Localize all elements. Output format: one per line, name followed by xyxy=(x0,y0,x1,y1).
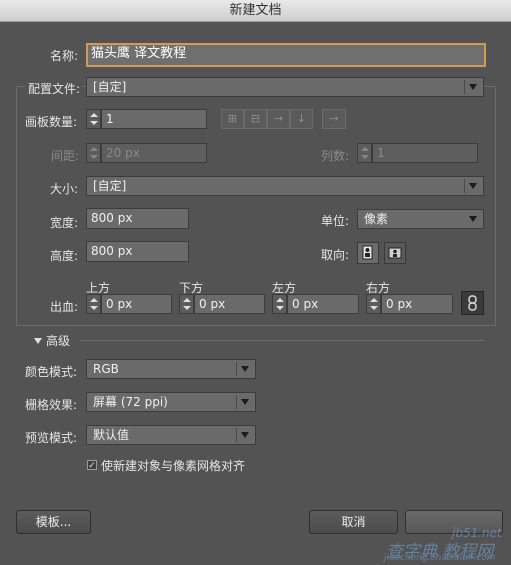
bleed-right-stepper[interactable] xyxy=(366,294,381,314)
profile-select[interactable]: [自定] xyxy=(86,77,484,97)
raster-effects-label: 栅格效果: xyxy=(25,398,78,412)
columns-label: 列数: xyxy=(321,149,350,163)
landscape-icon[interactable] xyxy=(384,242,406,264)
arrange-by-row-icon[interactable]: → xyxy=(267,109,290,129)
columns-input: 1 xyxy=(372,143,478,163)
watermark-url: jiaocheng.chazidian.com xyxy=(384,553,496,563)
bleed-bottom-stepper[interactable] xyxy=(179,294,194,314)
chevron-down-icon xyxy=(241,366,249,372)
width-label: 宽度: xyxy=(50,216,79,230)
height-label: 高度: xyxy=(50,249,79,263)
stepper-up-icon xyxy=(361,147,369,151)
columns-stepper xyxy=(357,143,372,163)
artboards-input[interactable]: 1 xyxy=(101,109,207,129)
stepper-down-icon[interactable] xyxy=(90,306,98,310)
arrange-by-column-icon[interactable]: ↓ xyxy=(290,109,313,129)
templates-button[interactable]: 模板... xyxy=(16,510,91,534)
select-separator xyxy=(236,362,237,376)
advanced-label[interactable]: 高级 xyxy=(46,332,70,349)
color-mode-label: 颜色模式: xyxy=(25,365,78,379)
bleed-top-input[interactable]: 0 px xyxy=(101,294,172,314)
stepper-down-icon[interactable] xyxy=(276,306,284,310)
profile-label: 配置文件: xyxy=(25,80,84,97)
chevron-down-icon xyxy=(469,84,477,90)
grid-by-row-icon[interactable]: ⊞ xyxy=(221,109,244,129)
grid-by-column-icon[interactable]: ⊟ xyxy=(244,109,267,129)
chain-glyph xyxy=(468,295,477,311)
units-value: 像素 xyxy=(364,212,389,226)
name-input[interactable]: 猫头鹰 译文教程 xyxy=(86,43,486,67)
units-select[interactable]: 像素 xyxy=(357,209,484,229)
window-title: 新建文档 xyxy=(229,3,282,18)
chevron-down-icon xyxy=(241,432,249,438)
align-pixel-checkbox[interactable]: ✓ xyxy=(87,460,97,471)
link-icon[interactable] xyxy=(461,291,484,315)
new-document-dialog: 名称: 猫头鹰 译文教程 配置文件: [自定] 画板数量: 1 ⊞ ⊟ → ↓ … xyxy=(0,22,511,565)
artboards-stepper[interactable] xyxy=(86,109,101,129)
size-label: 大小: xyxy=(50,182,79,196)
spacing-label: 间距: xyxy=(51,149,80,163)
align-pixel-label[interactable]: 使新建对象与像素网格对齐 xyxy=(101,457,245,474)
height-input[interactable]: 800 px xyxy=(86,241,189,262)
select-separator xyxy=(236,428,237,442)
stepper-up-icon[interactable] xyxy=(370,298,378,302)
chevron-down-icon xyxy=(241,399,249,405)
raster-effects-value: 屏幕 (72 ppi) xyxy=(93,395,168,409)
stepper-down-icon[interactable] xyxy=(370,306,378,310)
advanced-divider xyxy=(80,340,484,341)
spacing-stepper xyxy=(86,143,101,163)
disclosure-triangle-icon[interactable] xyxy=(34,338,42,344)
select-separator xyxy=(236,395,237,409)
artboards-label: 画板数量: xyxy=(25,115,78,129)
landscape-glyph xyxy=(388,247,402,259)
stepper-down-icon xyxy=(90,155,98,159)
chevron-down-icon xyxy=(469,183,477,189)
right-to-left-icon[interactable]: → xyxy=(322,109,346,129)
color-mode-select[interactable]: RGB xyxy=(86,359,256,379)
stepper-up-icon xyxy=(90,147,98,151)
stepper-down-icon[interactable] xyxy=(183,306,191,310)
bleed-top-stepper[interactable] xyxy=(86,294,101,314)
units-label: 单位: xyxy=(321,214,350,228)
chevron-down-icon xyxy=(469,216,477,222)
spacing-input: 20 px xyxy=(101,143,207,163)
select-separator xyxy=(464,179,465,193)
size-select[interactable]: [自定] xyxy=(86,176,484,196)
stepper-up-icon[interactable] xyxy=(183,298,191,302)
bleed-label: 出血: xyxy=(50,300,79,314)
raster-effects-select[interactable]: 屏幕 (72 ppi) xyxy=(86,392,256,412)
preview-mode-select[interactable]: 默认值 xyxy=(86,425,256,445)
orientation-label: 取向: xyxy=(321,248,350,262)
portrait-glyph xyxy=(362,245,373,260)
width-input[interactable]: 800 px xyxy=(86,208,189,229)
color-mode-value: RGB xyxy=(93,362,119,376)
stepper-up-icon[interactable] xyxy=(90,298,98,302)
stepper-down-icon xyxy=(361,155,369,159)
size-value: [自定] xyxy=(93,179,127,193)
stepper-up-icon[interactable] xyxy=(276,298,284,302)
preview-mode-label: 预览模式: xyxy=(25,431,78,445)
name-label: 名称: xyxy=(50,49,79,63)
stepper-down-icon[interactable] xyxy=(90,121,98,125)
cancel-button[interactable]: 取消 xyxy=(309,510,398,534)
bleed-bottom-input[interactable]: 0 px xyxy=(194,294,265,314)
profile-value: [自定] xyxy=(93,80,127,94)
select-separator xyxy=(464,80,465,94)
bleed-left-input[interactable]: 0 px xyxy=(287,294,359,314)
portrait-icon[interactable] xyxy=(357,242,379,264)
stepper-up-icon[interactable] xyxy=(90,113,98,117)
bleed-left-stepper[interactable] xyxy=(272,294,287,314)
bleed-right-input[interactable]: 0 px xyxy=(381,294,453,314)
preview-mode-value: 默认值 xyxy=(93,428,130,442)
window-titlebar: 新建文档 xyxy=(0,0,511,22)
